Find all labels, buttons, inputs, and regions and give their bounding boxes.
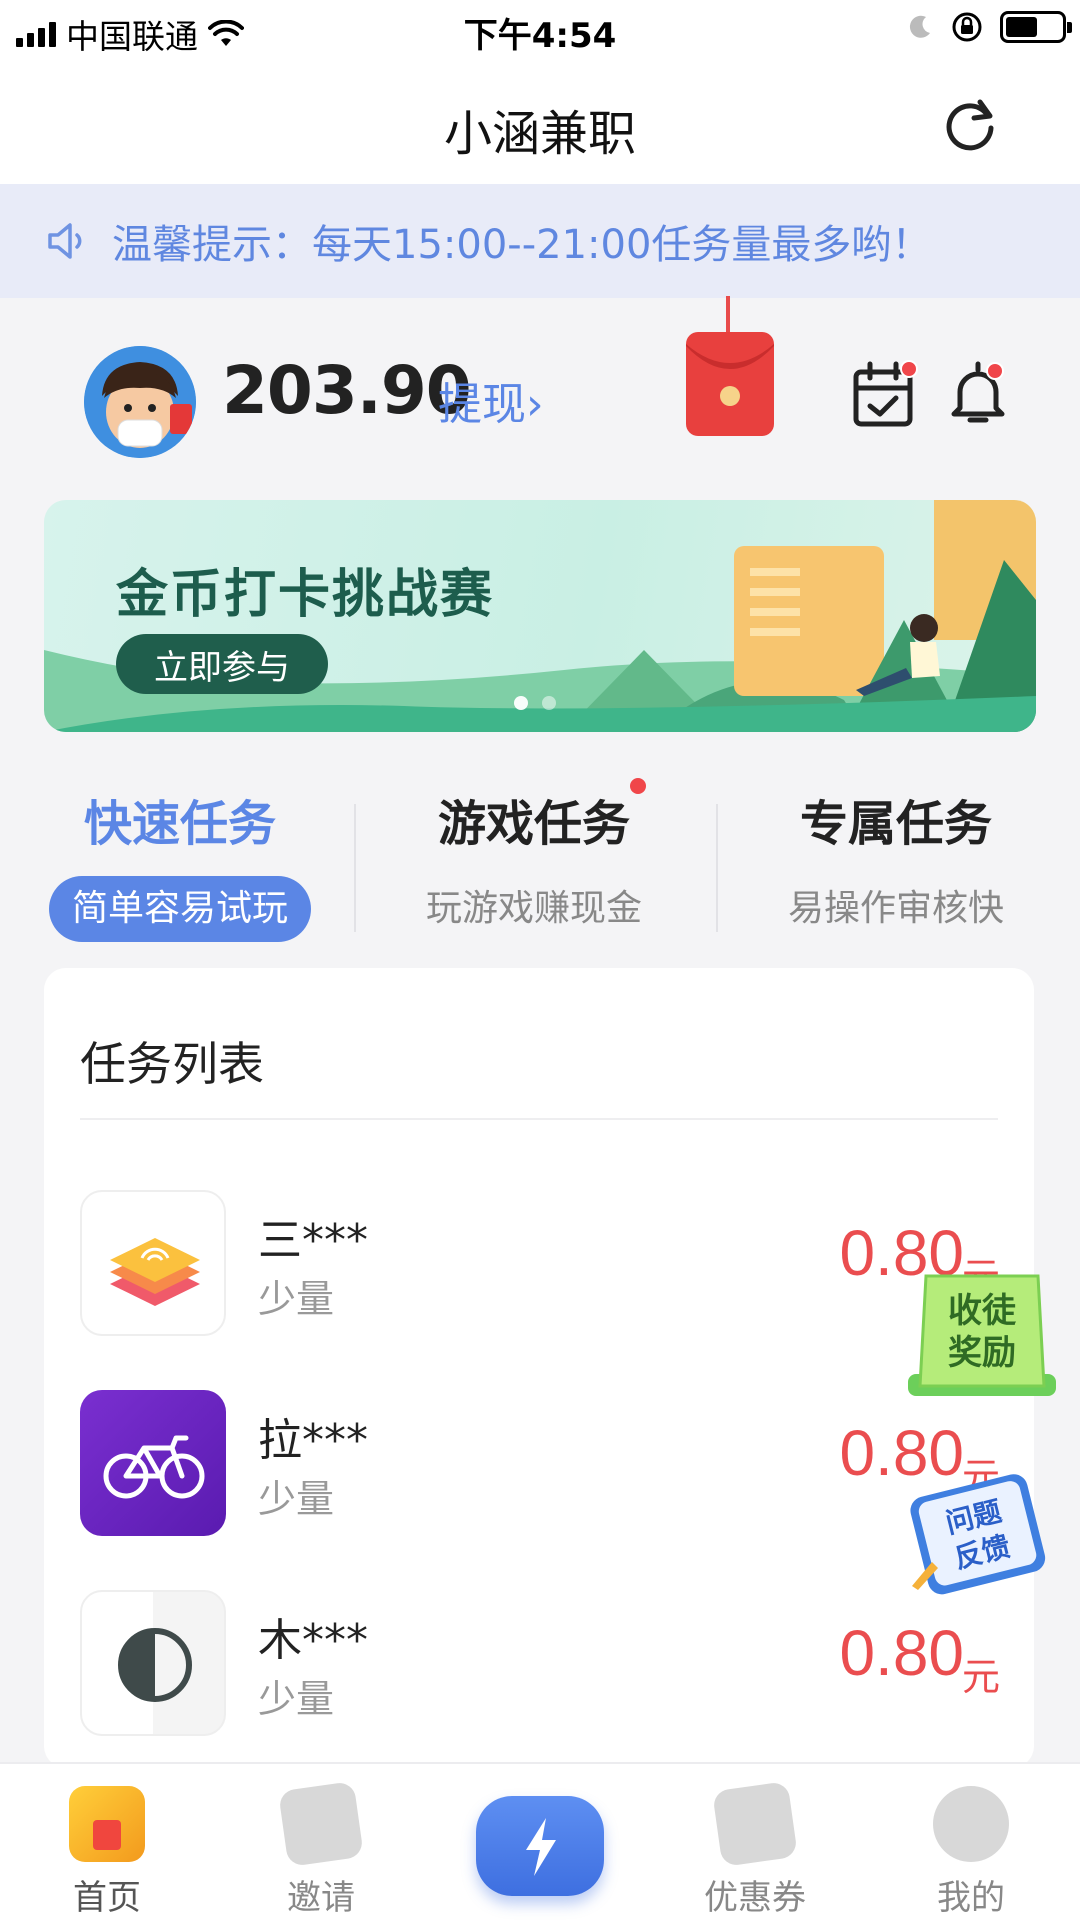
task-tag: 少量 bbox=[258, 1677, 335, 1721]
notice-bar: 温馨提示：每天15:00--21:00任务量最多哟！ bbox=[0, 184, 1080, 298]
tab-coupons-label: 优惠券 bbox=[704, 1878, 806, 1918]
nav-header: 小涵兼职 bbox=[0, 60, 1080, 184]
banner-title: 金币打卡挑战赛 bbox=[116, 565, 495, 625]
coupon-icon bbox=[712, 1781, 798, 1867]
task-row[interactable]: 木*** 少量 0.80 元 bbox=[80, 1590, 1000, 1736]
battery-icon bbox=[1000, 11, 1072, 43]
task-list-title: 任务列表 bbox=[80, 1037, 264, 1091]
tab-invite-label: 邀请 bbox=[287, 1878, 355, 1918]
task-list-card: 任务列表 三*** 少量 0.80 元 拉*** 少量 0.80 元 bbox=[44, 968, 1034, 1768]
calendar-check-icon[interactable] bbox=[852, 360, 918, 430]
notice-text: 温馨提示：每天15:00--21:00任务量最多哟！ bbox=[112, 222, 932, 268]
tab-exclusive-tasks-title: 专属任务 bbox=[799, 796, 992, 852]
task-name: 三*** bbox=[258, 1215, 368, 1266]
tab-game-tasks[interactable]: 游戏任务 玩游戏赚现金 bbox=[354, 762, 714, 942]
tab-profile[interactable]: 我的 bbox=[896, 1786, 1046, 1919]
promo-banner[interactable]: 金币打卡挑战赛 立即参与 bbox=[44, 500, 1036, 732]
moon-icon bbox=[909, 15, 930, 38]
banner-pagination bbox=[514, 696, 556, 710]
status-bar: 中国联通 下午4:54 bbox=[0, 0, 1080, 60]
center-action-button[interactable] bbox=[476, 1796, 604, 1896]
home-icon bbox=[69, 1786, 145, 1862]
task-row[interactable]: 三*** 少量 0.80 元 bbox=[80, 1190, 1000, 1336]
task-tag: 少量 bbox=[258, 1477, 335, 1521]
status-right bbox=[906, 10, 1072, 44]
task-price-unit: 元 bbox=[961, 1655, 1000, 1699]
tab-profile-label: 我的 bbox=[937, 1878, 1005, 1918]
task-row[interactable]: 拉*** 少量 0.80 元 bbox=[80, 1390, 1000, 1536]
tab-invite[interactable]: 邀请 bbox=[246, 1781, 396, 1919]
feedback-widget[interactable]: 问题 反馈 bbox=[904, 1470, 1054, 1600]
rotation-lock-icon bbox=[952, 12, 982, 42]
task-name: 拉*** bbox=[258, 1415, 368, 1466]
game-tasks-badge-dot bbox=[630, 778, 646, 794]
apprentice-reward-widget[interactable]: 收徒 奖励 bbox=[908, 1270, 1056, 1404]
avatar[interactable] bbox=[84, 346, 196, 458]
tab-coupons[interactable]: 优惠券 bbox=[680, 1781, 830, 1919]
reward-label-line1: 收徒 bbox=[948, 1291, 1017, 1331]
banner-dot-1 bbox=[514, 696, 528, 710]
tab-quick-tasks-subtitle: 简单容易试玩 bbox=[49, 876, 311, 942]
bell-badge-dot bbox=[986, 362, 1004, 380]
withdraw-link[interactable]: 提现› bbox=[438, 368, 544, 432]
bell-icon[interactable] bbox=[948, 358, 1008, 430]
task-list-divider bbox=[80, 1118, 998, 1120]
banner-dot-2 bbox=[542, 696, 556, 710]
lightning-icon bbox=[526, 1818, 556, 1876]
task-tag: 少量 bbox=[258, 1277, 335, 1321]
task-price: 0.80 bbox=[839, 1617, 964, 1689]
tab-exclusive-tasks-subtitle: 易操作审核快 bbox=[787, 888, 1004, 929]
task-name: 木*** bbox=[258, 1615, 368, 1666]
tab-exclusive-tasks[interactable]: 专属任务 易操作审核快 bbox=[716, 762, 1076, 942]
bicycle-app-icon bbox=[80, 1390, 226, 1536]
reward-label-line2: 奖励 bbox=[948, 1333, 1016, 1373]
page-title: 小涵兼职 bbox=[443, 106, 636, 162]
calendar-badge-dot bbox=[900, 360, 918, 378]
banner-join-button[interactable]: 立即参与 bbox=[116, 634, 328, 694]
half-circle-app-icon bbox=[80, 1590, 226, 1736]
task-category-tabs: 快速任务 简单容易试玩 游戏任务 玩游戏赚现金 专属任务 易操作审核快 bbox=[0, 762, 1080, 942]
invite-icon bbox=[278, 1781, 364, 1867]
tab-home-label: 首页 bbox=[73, 1878, 141, 1918]
speaker-icon bbox=[48, 223, 82, 259]
tab-quick-tasks-title: 快速任务 bbox=[83, 796, 276, 852]
bottom-tab-bar: 首页 邀请 优惠券 我的 bbox=[0, 1762, 1080, 1921]
tab-game-tasks-subtitle: 玩游戏赚现金 bbox=[425, 888, 642, 929]
layers-app-icon bbox=[80, 1190, 226, 1336]
tab-quick-tasks[interactable]: 快速任务 简单容易试玩 bbox=[0, 762, 360, 942]
profile-icon bbox=[933, 1786, 1009, 1862]
refresh-icon[interactable] bbox=[940, 94, 1000, 154]
tab-home[interactable]: 首页 bbox=[32, 1786, 182, 1919]
red-packet-icon[interactable] bbox=[682, 296, 778, 440]
tab-game-tasks-title: 游戏任务 bbox=[437, 796, 630, 852]
balance-amount: 203.90 bbox=[222, 352, 472, 429]
